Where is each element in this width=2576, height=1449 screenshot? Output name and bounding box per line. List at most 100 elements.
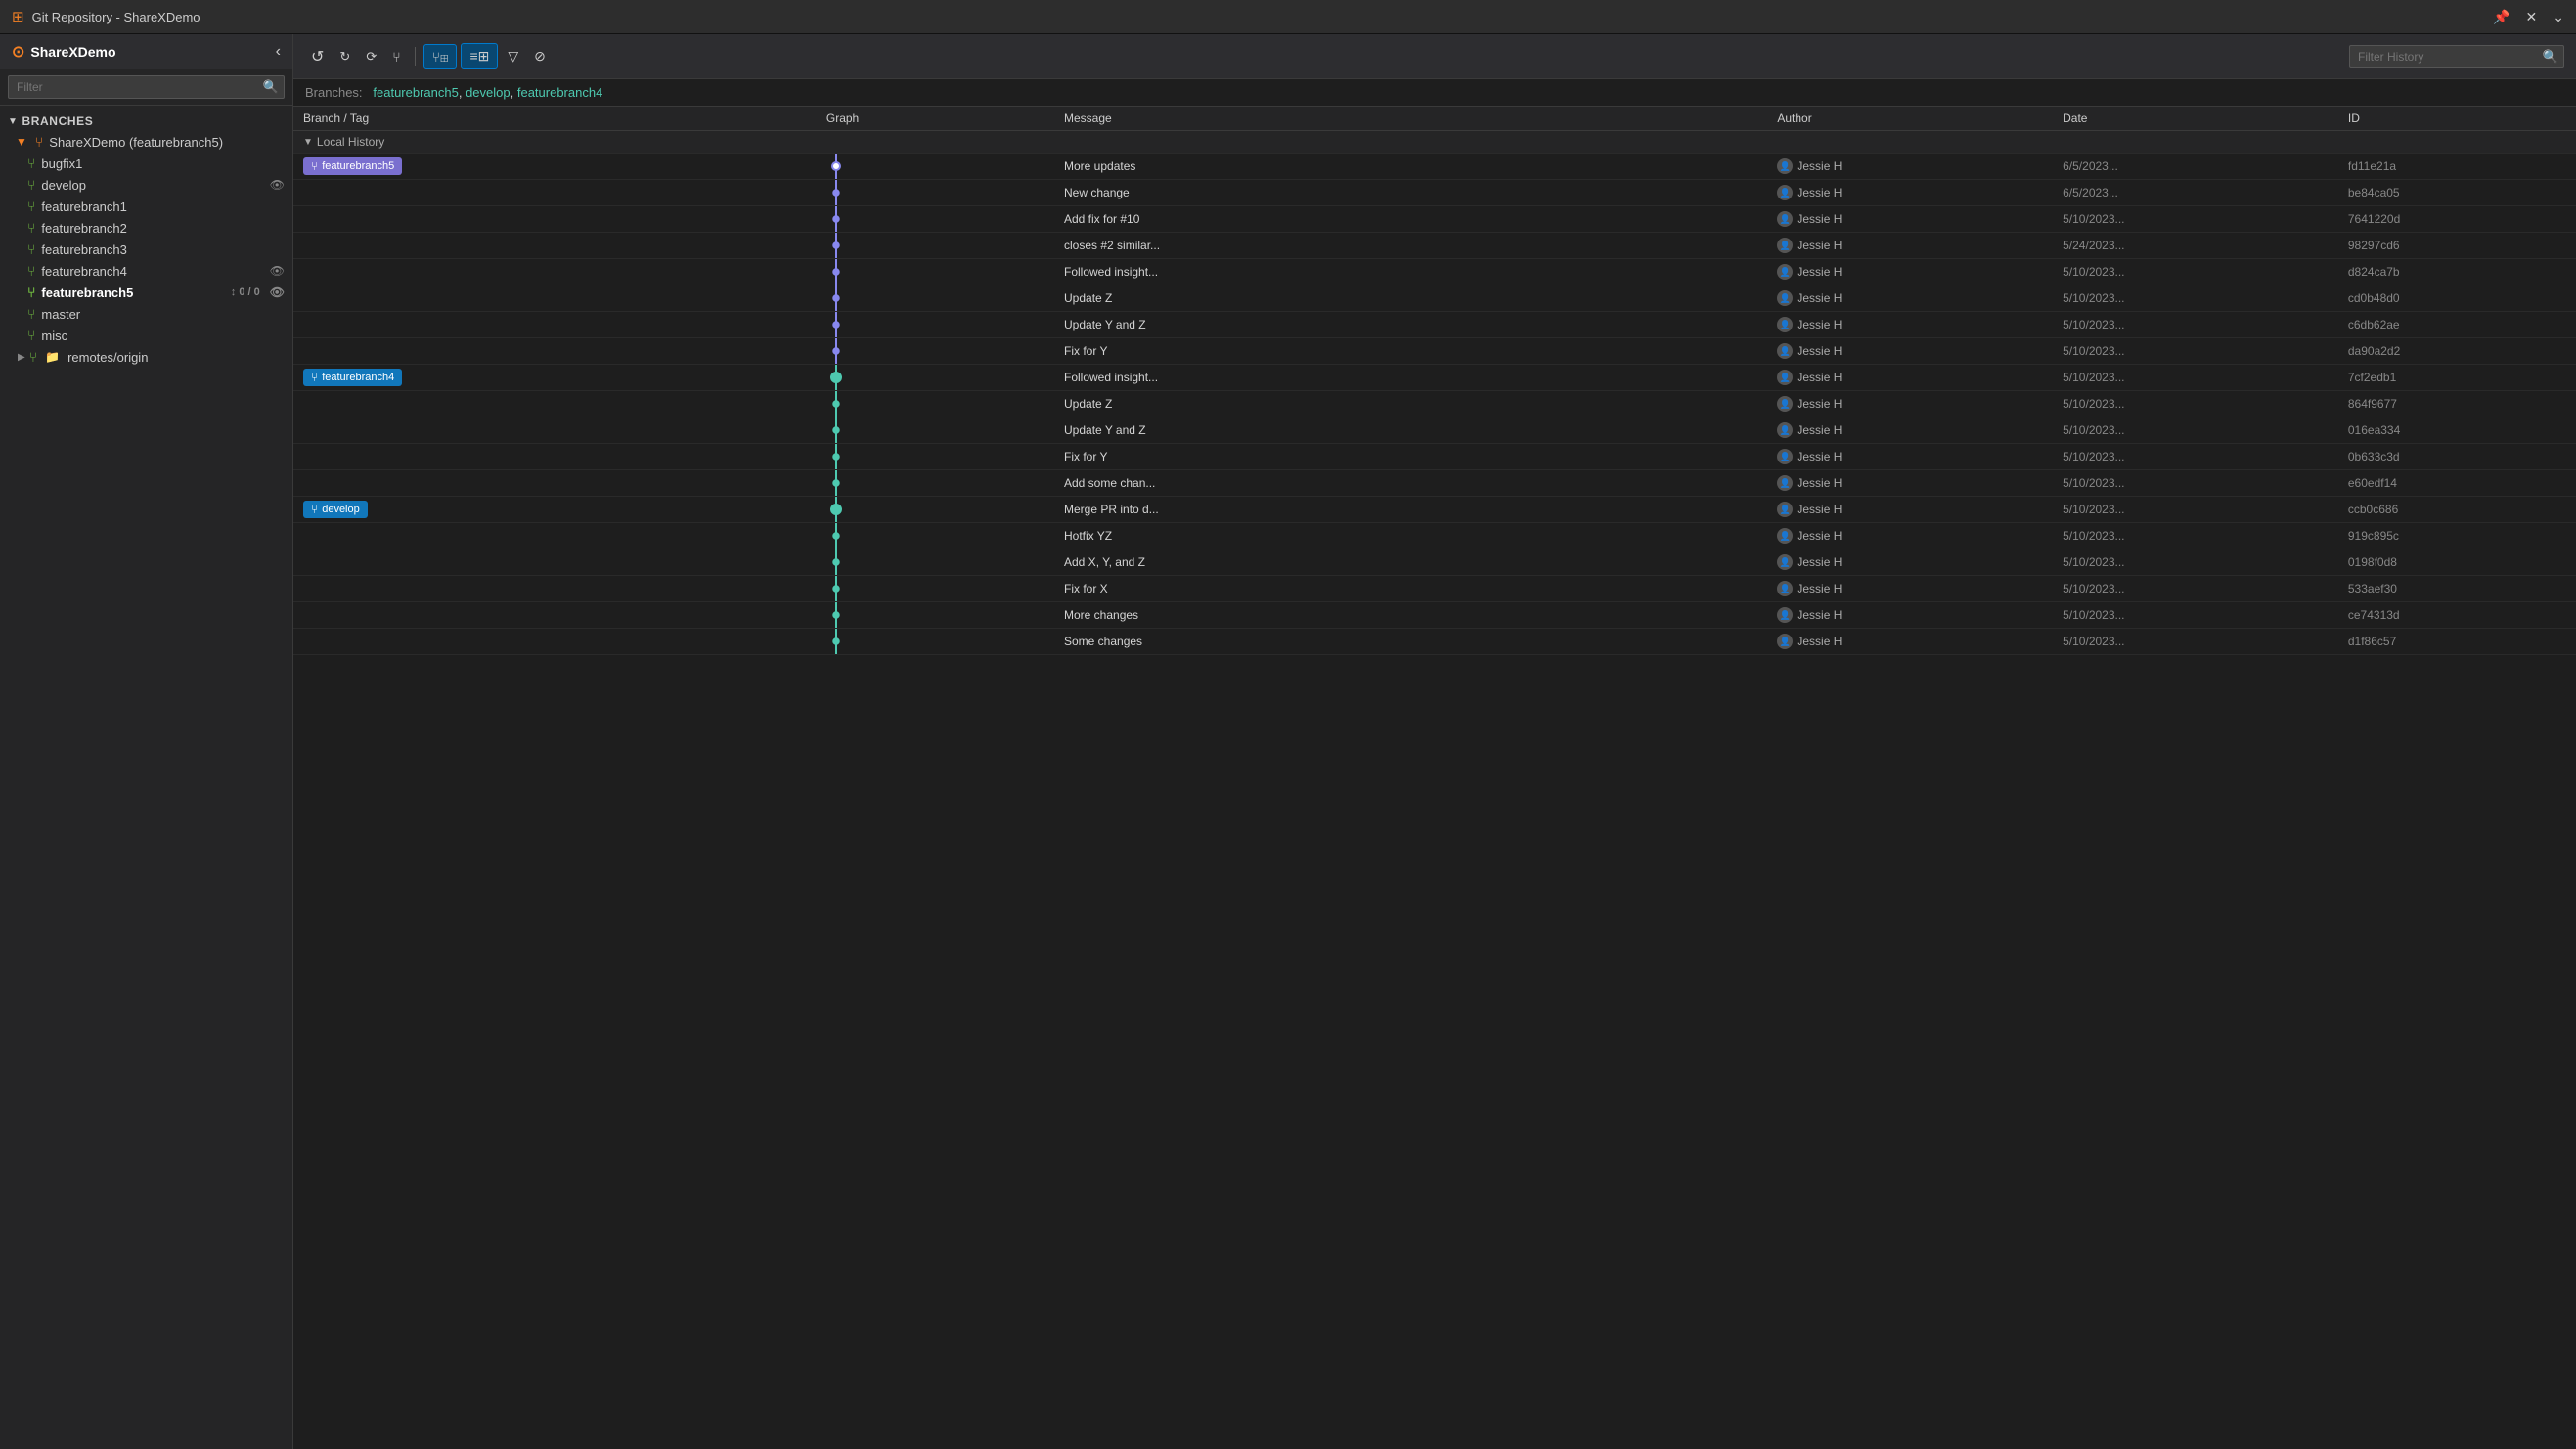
pull-button[interactable]: ⟳ (360, 45, 382, 68)
cell-graph (817, 365, 1054, 391)
author-avatar: 👤 (1777, 317, 1793, 332)
cell-graph (817, 259, 1054, 285)
table-row[interactable]: closes #2 similar...👤Jessie H5/24/2023..… (293, 233, 2576, 259)
branch-name-master: master (41, 307, 285, 322)
cell-id: 533aef30 (2338, 576, 2576, 602)
cell-message: Update Y and Z (1054, 417, 1767, 444)
table-row[interactable]: Some changes👤Jessie H5/10/2023...d1f86c5… (293, 629, 2576, 655)
branch-item-fb2[interactable]: ⑂ featurebranch2 (0, 217, 292, 239)
remotes-item[interactable]: ▶ ⑂ 📁 remotes/origin (0, 346, 292, 368)
cell-id: 919c895c (2338, 523, 2576, 549)
close-icon[interactable]: ✕ (2526, 9, 2538, 25)
table-row[interactable]: ⑂featurebranch4Followed insight...👤Jessi… (293, 365, 2576, 391)
graph-svg (817, 285, 875, 311)
table-row[interactable]: Update Z👤Jessie H5/10/2023...864f9677 (293, 391, 2576, 417)
fb5-badge: ↕ 0 / 0 (231, 286, 260, 298)
cell-message: Fix for Y (1054, 444, 1767, 470)
cell-branch (293, 180, 817, 206)
branch-item-misc[interactable]: ⑂ misc (0, 325, 292, 346)
branch-button[interactable]: ⑂ (386, 45, 406, 68)
branch-item-master[interactable]: ⑂ master (0, 303, 292, 325)
cell-id: 0198f0d8 (2338, 549, 2576, 576)
table-row[interactable]: More changes👤Jessie H5/10/2023...ce74313… (293, 602, 2576, 629)
cell-date: 5/10/2023... (2053, 206, 2338, 233)
graph-view-button[interactable]: ⑂⊞ (423, 44, 458, 69)
branch-tag[interactable]: ⑂featurebranch4 (303, 369, 402, 386)
cell-id: da90a2d2 (2338, 338, 2576, 365)
hide-button[interactable]: ⊘ (528, 44, 552, 68)
cell-date: 5/10/2023... (2053, 576, 2338, 602)
author-avatar: 👤 (1777, 475, 1793, 491)
col-header-author: Author (1767, 107, 2053, 131)
branches-section-header[interactable]: ▼ Branches (0, 111, 292, 131)
branch-name-bugfix1: bugfix1 (41, 156, 285, 171)
table-row[interactable]: Followed insight...👤Jessie H5/10/2023...… (293, 259, 2576, 285)
branch-item-develop[interactable]: ⑂ develop 👁 (0, 174, 292, 196)
list-view-button[interactable]: ≡⊞ (461, 43, 498, 69)
cell-message: More updates (1054, 154, 1767, 180)
author-name: Jessie H (1797, 371, 1842, 384)
cell-date: 5/10/2023... (2053, 259, 2338, 285)
table-row[interactable]: New change👤Jessie H6/5/2023...be84ca05 (293, 180, 2576, 206)
group-header-local-history: ▼ Local History (293, 131, 2576, 154)
filter-history-input[interactable] (2349, 45, 2564, 68)
author-name: Jessie H (1797, 608, 1842, 622)
cell-graph (817, 629, 1054, 655)
filter-toggle-button[interactable]: ▽ (502, 44, 524, 68)
table-row[interactable]: Add fix for #10👤Jessie H5/10/2023...7641… (293, 206, 2576, 233)
table-row[interactable]: Update Y and Z👤Jessie H5/10/2023...c6db6… (293, 312, 2576, 338)
cell-graph (817, 206, 1054, 233)
cell-author: 👤Jessie H (1767, 285, 2053, 312)
table-row[interactable]: Update Y and Z👤Jessie H5/10/2023...016ea… (293, 417, 2576, 444)
col-header-date: Date (2053, 107, 2338, 131)
refresh-button[interactable]: ↺ (305, 43, 330, 70)
cell-author: 👤Jessie H (1767, 180, 2053, 206)
branches-bar-develop[interactable]: develop (466, 85, 511, 100)
branch-item-bugfix1[interactable]: ⑂ bugfix1 (0, 153, 292, 174)
graph-svg (817, 602, 875, 628)
table-row[interactable]: Fix for Y👤Jessie H5/10/2023...da90a2d2 (293, 338, 2576, 365)
fetch-button[interactable]: ↻ (333, 45, 356, 68)
author-name: Jessie H (1797, 397, 1842, 411)
branch-tag[interactable]: ⑂featurebranch5 (303, 157, 402, 175)
branch-item-fb3[interactable]: ⑂ featurebranch3 (0, 239, 292, 260)
table-row[interactable]: Fix for X👤Jessie H5/10/2023...533aef30 (293, 576, 2576, 602)
author-avatar: 👤 (1777, 528, 1793, 544)
branch-item-fb5[interactable]: ⑂ featurebranch5 ↕ 0 / 0 👁 (0, 282, 292, 303)
table-row[interactable]: Update Z👤Jessie H5/10/2023...cd0b48d0 (293, 285, 2576, 312)
graph-svg (817, 180, 875, 205)
root-branch-name: ShareXDemo (featurebranch5) (49, 135, 285, 150)
author-avatar: 👤 (1777, 607, 1793, 623)
table-row[interactable]: Hotfix YZ👤Jessie H5/10/2023...919c895c (293, 523, 2576, 549)
remotes-icon: ⑂ (29, 349, 37, 365)
cell-author: 👤Jessie H (1767, 470, 2053, 497)
table-row[interactable]: Fix for Y👤Jessie H5/10/2023...0b633c3d (293, 444, 2576, 470)
author-name: Jessie H (1797, 555, 1842, 569)
cell-id: 016ea334 (2338, 417, 2576, 444)
cell-graph (817, 576, 1054, 602)
branch-item-fb4[interactable]: ⑂ featurebranch4 👁 (0, 260, 292, 282)
table-row[interactable]: ⑂developMerge PR into d...👤Jessie H5/10/… (293, 497, 2576, 523)
history-table-wrapper[interactable]: Branch / Tag Graph Message Author Date I… (293, 107, 2576, 1449)
cell-branch (293, 523, 817, 549)
table-row[interactable]: Add some chan...👤Jessie H5/10/2023...e60… (293, 470, 2576, 497)
table-row[interactable]: Add X, Y, and Z👤Jessie H5/10/2023...0198… (293, 549, 2576, 576)
cell-message: Update Z (1054, 391, 1767, 417)
sidebar-collapse-button[interactable]: ‹ (276, 43, 281, 61)
cell-date: 5/10/2023... (2053, 523, 2338, 549)
cell-author: 👤Jessie H (1767, 154, 2053, 180)
graph-svg (817, 523, 875, 549)
branch-item-fb1[interactable]: ⑂ featurebranch1 (0, 196, 292, 217)
branches-bar-fb5[interactable]: featurebranch5 (373, 85, 458, 100)
branch-item-root[interactable]: ▼ ⑂ ShareXDemo (featurebranch5) (0, 131, 292, 153)
sidebar-filter-input[interactable] (8, 75, 285, 99)
main-layout: ⊙ ShareXDemo ‹ 🔍 ▼ Branches ▼ ⑂ ShareXDe… (0, 34, 2576, 1449)
cell-graph (817, 312, 1054, 338)
expand-icon[interactable]: ⌄ (2553, 9, 2564, 25)
branch-name-develop: develop (41, 178, 263, 193)
branch-tag[interactable]: ⑂develop (303, 501, 368, 518)
pin-icon[interactable]: 📌 (2493, 9, 2509, 25)
table-row[interactable]: ⑂featurebranch5More updates👤Jessie H6/5/… (293, 154, 2576, 180)
local-history-label: Local History (317, 135, 384, 149)
branches-bar-fb4[interactable]: featurebranch4 (517, 85, 602, 100)
